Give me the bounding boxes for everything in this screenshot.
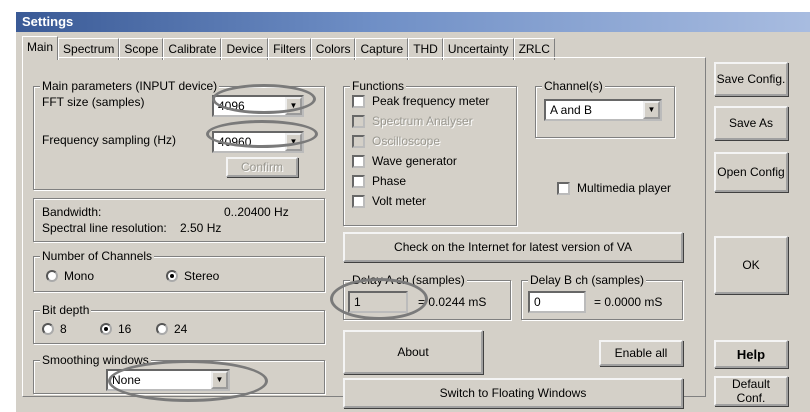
smoothing-windows-group: Smoothing windows None ▼	[33, 353, 325, 394]
main-parameters-group: Main parameters (INPUT device) FFT size …	[33, 79, 325, 190]
main-tab-panel: Main parameters (INPUT device) FFT size …	[22, 57, 706, 408]
smoothing-windows-value: None	[112, 373, 141, 387]
mono-label: Mono	[64, 269, 95, 283]
bit-depth-group: Bit depth 8 16 24	[33, 303, 325, 344]
phase-checkbox[interactable]	[352, 175, 365, 188]
bit-depth-16-radio[interactable]	[100, 323, 112, 335]
default-conf-button[interactable]: Default Conf.	[714, 376, 788, 406]
chevron-down-icon[interactable]: ▼	[285, 133, 302, 151]
volt-meter-label: Volt meter	[372, 194, 427, 208]
multimedia-player-label: Multimedia player	[577, 181, 672, 195]
tab-strip: Main Spectrum Scope Calibrate Device Fil…	[22, 36, 555, 60]
bit-depth-16-label: 16	[118, 322, 132, 336]
frequency-sampling-label: Frequency sampling (Hz)	[42, 133, 177, 147]
channels-select-legend: Channel(s)	[542, 79, 605, 93]
frequency-sampling-value: 40960	[218, 135, 252, 149]
delay-a-legend: Delay A ch (samples)	[350, 273, 467, 287]
number-of-channels-group: Number of Channels Mono Stereo	[33, 249, 325, 292]
help-button[interactable]: Help	[714, 340, 788, 368]
channel-select-value: A and B	[550, 103, 593, 117]
delay-b-group: Delay B ch (samples) 0 = 0.0000 mS	[521, 273, 683, 320]
chevron-down-icon[interactable]: ▼	[211, 371, 228, 389]
ok-button[interactable]: OK	[714, 236, 788, 294]
volt-meter-checkbox[interactable]	[352, 195, 365, 208]
save-config-button[interactable]: Save Config.	[714, 62, 788, 96]
fft-size-select[interactable]: 4096 ▼	[212, 95, 304, 117]
main-parameters-legend: Main parameters (INPUT device)	[40, 79, 220, 93]
oscilloscope-label: Oscilloscope	[372, 134, 441, 148]
frequency-sampling-select[interactable]: 40960 ▼	[212, 131, 304, 153]
stereo-label: Stereo	[184, 269, 220, 283]
smoothing-windows-legend: Smoothing windows	[40, 353, 151, 367]
delay-b-field[interactable]: 0	[528, 291, 586, 313]
fft-size-label: FFT size (samples)	[42, 95, 145, 109]
tab-main[interactable]: Main	[22, 36, 59, 60]
peak-frequency-meter-checkbox[interactable]	[352, 95, 365, 108]
check-internet-button[interactable]: Check on the Internet for latest version…	[343, 232, 683, 262]
title-bar: Settings	[16, 12, 810, 32]
functions-group: Functions Peak frequency meter Spectrum …	[343, 79, 517, 226]
bit-depth-8-label: 8	[60, 322, 67, 336]
bit-depth-8-radio[interactable]	[42, 323, 54, 335]
confirm-button[interactable]: Confirm	[226, 157, 298, 177]
channel-select[interactable]: A and B ▼	[544, 99, 662, 121]
number-of-channels-legend: Number of Channels	[40, 249, 155, 263]
open-config-button[interactable]: Open Config	[714, 152, 788, 192]
delay-a-ms: = 0.0244 mS	[418, 295, 487, 309]
oscilloscope-checkbox[interactable]	[352, 135, 365, 148]
bandwidth-label: Bandwidth:	[42, 205, 102, 219]
settings-window: Settings Main Spectrum Scope Calibrate D…	[16, 12, 810, 412]
delay-a-group: Delay A ch (samples) 1 = 0.0244 mS	[343, 273, 511, 320]
window-title: Settings	[22, 14, 74, 29]
spectrum-analyser-checkbox[interactable]	[352, 115, 365, 128]
resolution-value: 2.50 Hz	[180, 221, 222, 235]
wave-generator-label: Wave generator	[372, 154, 457, 168]
wave-generator-checkbox[interactable]	[352, 155, 365, 168]
resolution-label: Spectral line resolution:	[42, 221, 167, 235]
save-as-button[interactable]: Save As	[714, 106, 788, 140]
bit-depth-legend: Bit depth	[40, 303, 92, 317]
channels-select-group: Channel(s) A and B ▼	[535, 79, 675, 138]
mono-radio[interactable]	[46, 270, 58, 282]
functions-legend: Functions	[350, 79, 407, 93]
peak-frequency-meter-label: Peak frequency meter	[372, 94, 490, 108]
chevron-down-icon[interactable]: ▼	[643, 101, 660, 119]
fft-size-value: 4096	[218, 99, 245, 113]
delay-a-field[interactable]: 1	[348, 291, 408, 313]
chevron-down-icon[interactable]: ▼	[285, 97, 302, 115]
spectrum-analyser-label: Spectrum Analyser	[372, 114, 473, 128]
bandwidth-info-box: Bandwidth: 0..20400 Hz Spectral line res…	[33, 198, 325, 242]
switch-floating-windows-button[interactable]: Switch to Floating Windows	[343, 378, 683, 408]
stereo-radio[interactable]	[166, 270, 178, 282]
multimedia-player-checkbox[interactable]	[557, 182, 570, 195]
about-button[interactable]: About	[343, 330, 483, 374]
bandwidth-value: 0..20400 Hz	[224, 205, 289, 219]
bit-depth-24-label: 24	[174, 322, 188, 336]
bit-depth-24-radio[interactable]	[156, 323, 168, 335]
delay-b-ms: = 0.0000 mS	[594, 295, 663, 309]
delay-b-legend: Delay B ch (samples)	[528, 273, 647, 287]
smoothing-windows-select[interactable]: None ▼	[106, 369, 230, 391]
enable-all-button[interactable]: Enable all	[599, 340, 683, 366]
phase-label: Phase	[372, 174, 407, 188]
